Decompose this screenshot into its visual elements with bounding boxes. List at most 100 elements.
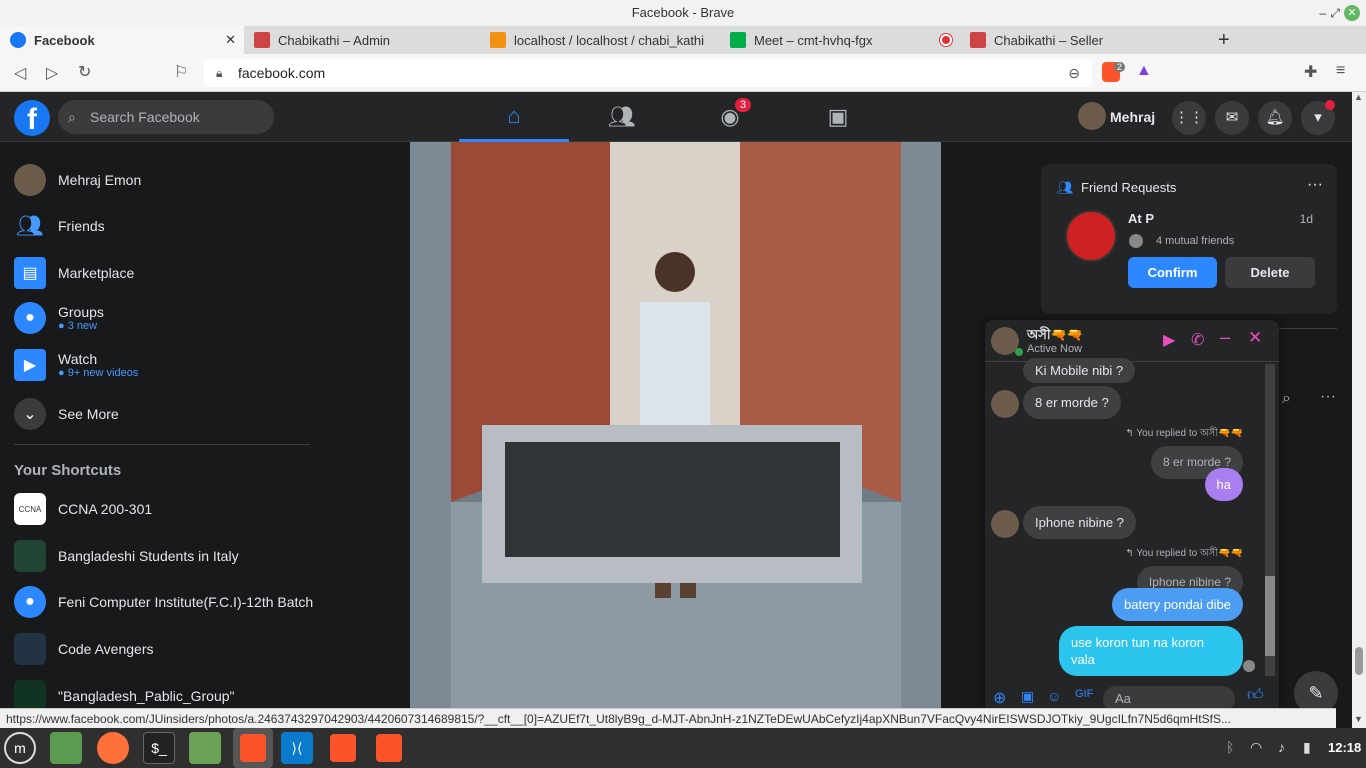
tab-chabikathi-seller[interactable]: Chabikathi – Seller xyxy=(960,26,1200,54)
bookmark-icon[interactable]: ⚐ xyxy=(174,62,188,82)
status-url: https://www.facebook.com/JUinsiders/phot… xyxy=(0,708,1336,728)
shortcut-feni-computer-institute[interactable]: ● Feni Computer Institute(F.C.I)-12th Ba… xyxy=(14,586,313,618)
shortcut-bangladesh-pablic-group[interactable]: "Bangladesh_Pablic_Group" xyxy=(14,680,235,708)
files-icon[interactable] xyxy=(50,732,82,764)
terminal-icon[interactable]: $_ xyxy=(143,732,175,764)
browser-toolbar: ◁ ▷ ↻ ⚐ 🔒︎ facebook.com ⊖ 2 ▲ ✚ ≡ xyxy=(0,54,1366,92)
forward-icon[interactable]: ▷ xyxy=(46,63,58,83)
add-icon[interactable]: ⊕ xyxy=(993,688,1006,708)
sidebar-item-friends[interactable]: 👥︎ Friends xyxy=(14,210,105,242)
search-placeholder: Search Facebook xyxy=(90,109,200,125)
wifi-icon[interactable]: ◠ xyxy=(1250,739,1262,756)
maximize-icon[interactable]: ⤢ xyxy=(1330,0,1340,26)
vscode-icon[interactable]: ⟩⟨ xyxy=(281,732,313,764)
firefox-icon[interactable] xyxy=(97,732,129,764)
scroll-down-icon[interactable]: ▼ xyxy=(1354,714,1363,724)
requester-name[interactable]: At P xyxy=(1128,211,1154,226)
scroll-up-icon[interactable]: ▲ xyxy=(1354,92,1363,102)
see-more-button[interactable]: ⌄ See More xyxy=(14,398,119,430)
message-sent[interactable]: use koron tun na koron vala xyxy=(1059,626,1243,676)
menu-icon[interactable]: ≡ xyxy=(1336,62,1345,80)
groups-new-count: 3 new xyxy=(67,320,98,332)
profile-name[interactable]: Mehraj xyxy=(1110,109,1155,125)
battery-icon[interactable]: ▮ xyxy=(1303,739,1311,756)
tab-chabikathi-admin[interactable]: Chabikathi – Admin xyxy=(244,26,480,54)
mutual-friends: 4 mutual friends xyxy=(1156,235,1235,247)
bluetooth-icon[interactable]: ᛒ xyxy=(1226,739,1234,755)
mint-menu-icon[interactable]: m xyxy=(4,732,36,764)
home-icon[interactable]: ⌂ xyxy=(459,92,569,142)
taskbar: m $_ ⟩⟨ ᛒ ◠ ♪ ▮ 12:18 xyxy=(0,728,1366,768)
new-tab-button[interactable]: + xyxy=(1208,26,1232,54)
folder-icon[interactable] xyxy=(189,732,221,764)
post-photo[interactable] xyxy=(410,142,941,708)
shortcut-ccna[interactable]: CCNA CCNA 200-301 xyxy=(14,493,152,525)
avatar[interactable] xyxy=(1078,102,1106,130)
chabikathi-favicon-icon xyxy=(254,32,270,48)
shortcut-bangladeshi-students[interactable]: Bangladeshi Students in Italy xyxy=(14,540,239,572)
message-sent[interactable]: batery pondai dibe xyxy=(1112,588,1243,621)
minimize-chat-icon[interactable]: – xyxy=(1220,327,1230,348)
more-options-icon[interactable]: ··· xyxy=(1320,388,1336,406)
photo-icon[interactable]: ▣ xyxy=(1021,688,1034,705)
back-icon[interactable]: ◁ xyxy=(14,63,26,83)
minimize-icon[interactable]: – xyxy=(1319,0,1326,26)
close-tab-icon[interactable]: ✕ xyxy=(225,32,236,48)
page-scrollbar[interactable]: ▲ ▼ xyxy=(1352,92,1366,728)
scrollbar-thumb[interactable] xyxy=(1355,647,1363,675)
shortcut-code-avengers[interactable]: Code Avengers xyxy=(14,633,153,665)
brave-taskbar-active[interactable] xyxy=(233,728,273,768)
delete-button[interactable]: Delete xyxy=(1225,257,1315,288)
message-sent[interactable]: ha xyxy=(1204,468,1243,501)
online-dot xyxy=(1015,348,1023,356)
avatar[interactable] xyxy=(1065,210,1117,262)
chevron-down-icon: ⌄ xyxy=(14,398,46,430)
group-thumbnail xyxy=(14,633,46,665)
tab-label: Meet – cmt-hvhq-fgx xyxy=(754,32,873,48)
facebook-logo-icon[interactable]: f xyxy=(14,100,50,136)
phone-icon[interactable]: ✆ xyxy=(1191,330,1204,350)
more-options-icon[interactable]: ··· xyxy=(1307,176,1323,194)
message-received[interactable]: Iphone nibine ? xyxy=(1023,506,1136,539)
sidebar-item-marketplace[interactable]: ▤ Marketplace xyxy=(14,257,134,289)
close-window-icon[interactable]: ✕ xyxy=(1344,5,1360,21)
facebook-favicon-icon xyxy=(10,32,26,48)
groups-icon[interactable]: ◉ xyxy=(675,92,785,142)
clock[interactable]: 12:18 xyxy=(1328,740,1361,755)
sticker-icon[interactable]: ☺ xyxy=(1047,688,1061,704)
notifications-icon[interactable]: 🔔︎ xyxy=(1258,101,1292,135)
tab-meet[interactable]: Meet – cmt-hvhq-fgx xyxy=(720,26,960,54)
shortcuts-heading: Your Shortcuts xyxy=(14,462,122,479)
message-received[interactable]: Ki Mobile nibi ? xyxy=(1023,358,1136,383)
zoom-icon[interactable]: ⊖ xyxy=(1068,59,1080,87)
scrollbar-thumb[interactable] xyxy=(1265,576,1275,656)
like-icon[interactable]: 👍︎ xyxy=(1247,686,1264,705)
close-chat-icon[interactable]: ✕ xyxy=(1248,328,1262,348)
brave-icon[interactable] xyxy=(373,732,405,764)
search-icon[interactable]: ⌕ xyxy=(1282,390,1291,408)
message-input[interactable]: Aa xyxy=(1103,686,1235,708)
sidebar-item-watch[interactable]: ▶ Watch ● 9+ new videos xyxy=(14,349,138,381)
brave-rewards-icon[interactable]: ▲ xyxy=(1136,62,1152,80)
menu-grid-icon[interactable]: ⋮⋮ xyxy=(1172,101,1206,135)
divider xyxy=(14,444,310,445)
video-call-icon[interactable]: ▶ xyxy=(1163,330,1175,350)
brave-icon[interactable] xyxy=(327,732,359,764)
friends-icon[interactable]: 👥︎ xyxy=(567,92,677,142)
reply-note: ↰ You replied to অসী🔫🔫 xyxy=(1125,428,1243,439)
sidebar-item-profile[interactable]: Mehraj Emon xyxy=(14,164,141,196)
gif-icon[interactable]: GIF xyxy=(1075,688,1093,700)
extensions-icon[interactable]: ✚ xyxy=(1304,62,1317,82)
gaming-icon[interactable]: ▣ xyxy=(783,92,893,142)
chat-scrollbar[interactable] xyxy=(1265,364,1275,676)
sidebar-item-groups[interactable]: ● Groups ● 3 new xyxy=(14,302,104,334)
messenger-icon[interactable]: ✉ xyxy=(1215,101,1249,135)
music-icon[interactable]: ♪ xyxy=(1278,739,1285,755)
address-bar[interactable]: 🔒︎ facebook.com ⊖ xyxy=(204,59,1092,87)
reload-icon[interactable]: ↻ xyxy=(78,62,91,82)
confirm-button[interactable]: Confirm xyxy=(1128,257,1217,288)
tab-facebook[interactable]: Facebook ✕ xyxy=(0,26,244,54)
search-input[interactable]: ⌕ Search Facebook xyxy=(58,100,274,134)
message-received[interactable]: 8 er morde ? xyxy=(1023,386,1121,419)
tab-phpmyadmin[interactable]: localhost / localhost / chabi_kathi xyxy=(480,26,720,54)
